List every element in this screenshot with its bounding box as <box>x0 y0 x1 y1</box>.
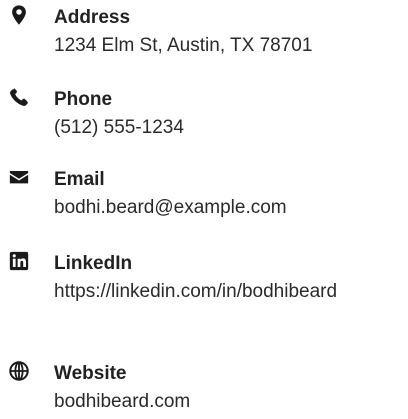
contact-item-website: Website bodhibeard.com <box>0 354 408 419</box>
contact-info-list: Address 1234 Elm St, Austin, TX 78701 Ph… <box>0 0 408 419</box>
envelope-icon <box>8 166 30 188</box>
contact-item-email: Email bodhi.beard@example.com <box>0 160 408 230</box>
website-link[interactable]: bodhibeard.com <box>54 387 374 417</box>
contact-item-phone: Phone (512) 555-1234 <box>0 80 408 150</box>
linkedin-icon <box>8 250 30 272</box>
map-pin-icon <box>8 4 30 26</box>
linkedin-link[interactable]: https://linkedin.com/in/bodhibeard <box>54 277 374 307</box>
phone-label: Phone <box>54 89 113 110</box>
website-label: Website <box>54 363 127 384</box>
email-link[interactable]: bodhi.beard@example.com <box>54 193 374 223</box>
phone-link[interactable]: (512) 555-1234 <box>54 113 374 143</box>
contact-item-address: Address 1234 Elm St, Austin, TX 78701 <box>0 0 408 70</box>
globe-icon <box>8 360 30 382</box>
linkedin-label: LinkedIn <box>54 253 133 274</box>
email-label: Email <box>54 169 105 190</box>
contact-item-linkedin: LinkedIn https://linkedin.com/in/bodhibe… <box>0 244 408 344</box>
phone-icon <box>8 86 30 108</box>
address-label: Address <box>54 7 131 28</box>
address-value: 1234 Elm St, Austin, TX 78701 <box>54 35 313 56</box>
